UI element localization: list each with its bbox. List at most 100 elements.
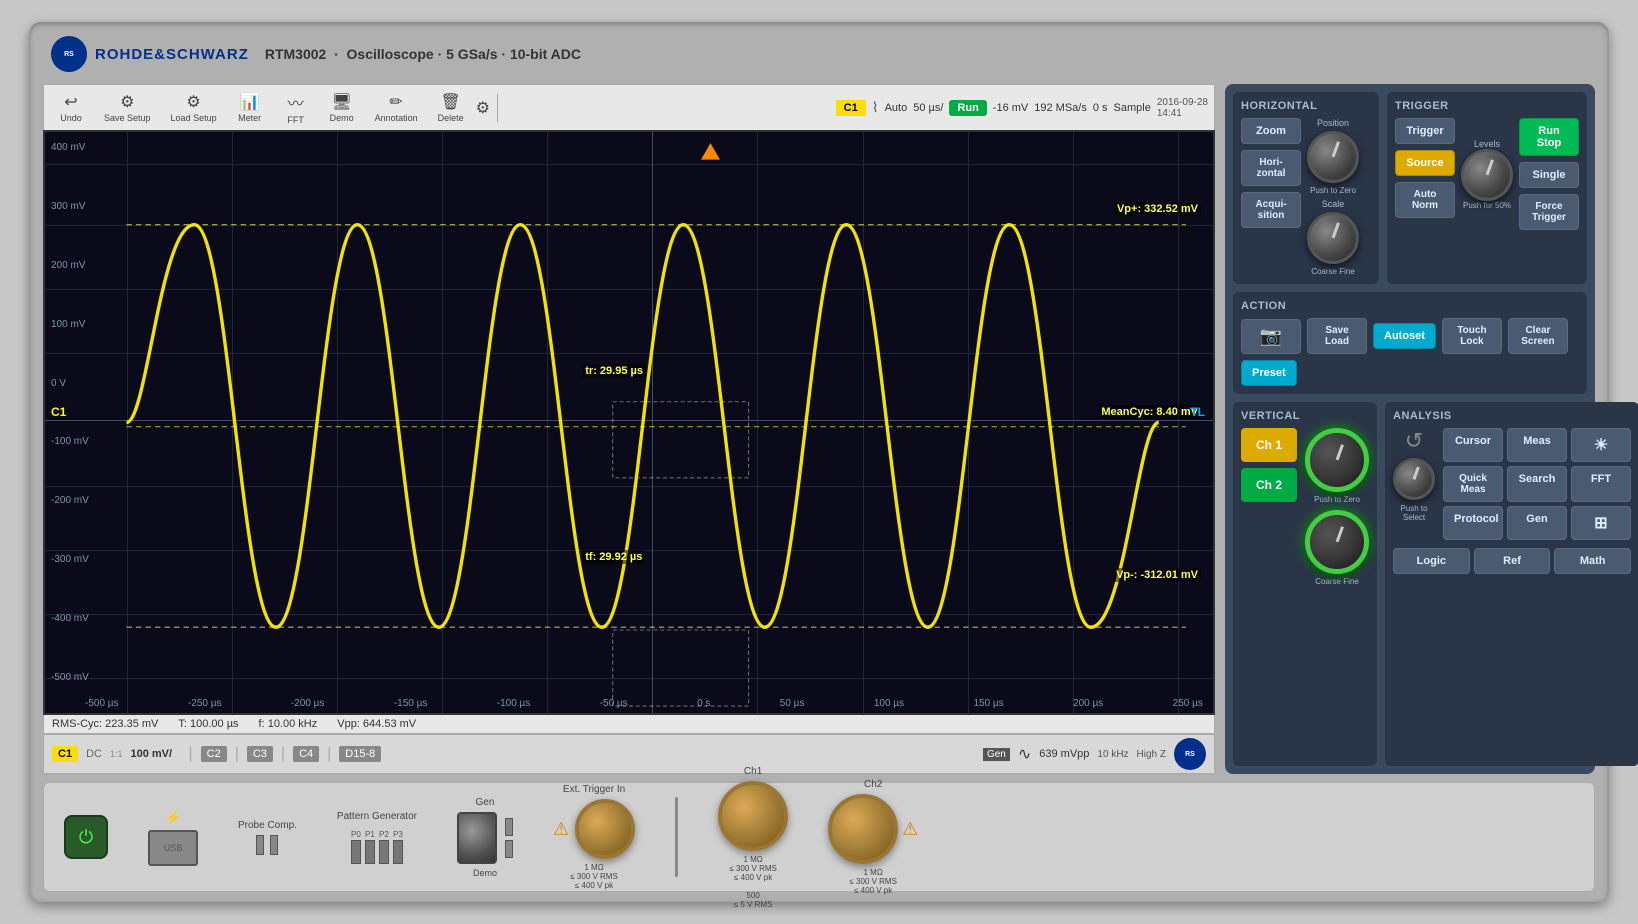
trigger-type: Auto xyxy=(885,102,908,114)
cursor-button[interactable]: Cursor xyxy=(1443,428,1503,462)
demo-label: Demo xyxy=(473,868,497,878)
levels-label: Levels xyxy=(1474,139,1500,149)
warning-icon: ⚠ xyxy=(553,819,569,840)
brightness-button[interactable]: ☀ xyxy=(1571,428,1631,462)
meter-button[interactable]: 📊 Meter xyxy=(229,89,271,126)
analysis-knob[interactable] xyxy=(1393,458,1435,500)
load-setup-icon: ⚙ xyxy=(186,92,200,112)
levels-knob[interactable] xyxy=(1461,149,1513,201)
frequency: f: 10.00 kHz xyxy=(259,718,318,730)
action-section: Action 📷 Save Load Autoset Touch Lock Cl… xyxy=(1233,292,1587,394)
annotation-button[interactable]: ✏ Annotation xyxy=(367,89,426,126)
analysis-title: Analysis xyxy=(1393,410,1631,422)
position-label: Position xyxy=(1317,118,1349,128)
auto-norm-button[interactable]: Auto Norm xyxy=(1395,182,1455,218)
run-stop-button[interactable]: Run Stop xyxy=(1519,118,1579,156)
apps-button[interactable]: ⊞ xyxy=(1571,506,1631,540)
trigger-button[interactable]: Trigger xyxy=(1395,118,1455,144)
brand-name: ROHDE&SCHWARZ xyxy=(95,46,249,63)
acq-mode: Sample xyxy=(1114,102,1151,114)
channel-indicator: C1 xyxy=(836,100,866,116)
delete-button[interactable]: 🗑 Delete xyxy=(430,89,472,126)
fft-analysis-button[interactable]: FFT xyxy=(1571,466,1631,502)
meas-button[interactable]: Meas xyxy=(1507,428,1567,462)
vp-plus-label: Vp+: 332.52 mV xyxy=(1114,202,1201,216)
channel-bar-right: Gen ∿ 639 mVpp 10 kHz High Z RS xyxy=(983,738,1206,770)
save-load-button[interactable]: Save Load xyxy=(1307,318,1367,354)
touch-lock-button[interactable]: Touch Lock xyxy=(1442,318,1502,354)
gen-connector xyxy=(457,812,497,864)
autoset-button[interactable]: Autoset xyxy=(1373,323,1436,349)
coarse-fine-label: Coarse Fine xyxy=(1311,267,1355,276)
quick-meas-button[interactable]: Quick Meas xyxy=(1443,466,1503,502)
camera-button[interactable]: 📷 xyxy=(1241,319,1301,354)
scale-label: Scale xyxy=(1322,199,1345,209)
undo-button[interactable]: ↩ Undo xyxy=(50,89,92,126)
refresh-button[interactable]: ↺ xyxy=(1405,428,1423,454)
source-button[interactable]: Source xyxy=(1395,150,1455,176)
ch1-button[interactable]: Ch 1 xyxy=(1241,428,1297,462)
gen-highz: High Z xyxy=(1137,749,1166,760)
pattern-pin-p0 xyxy=(351,840,361,864)
time-offset: 0 s xyxy=(1093,102,1108,114)
screen-section: ↩ Undo ⚙ Save Setup ⚙ Load Setup 📊 Meter… xyxy=(43,84,1215,774)
preset-button[interactable]: Preset xyxy=(1241,360,1297,386)
fft-button[interactable]: 〰 FFT xyxy=(275,87,317,128)
ch2-connector-label: Ch2 xyxy=(864,779,882,790)
rs-logo: RS xyxy=(51,36,87,72)
vertical-knob2-container: Coarse Fine xyxy=(1305,510,1369,586)
protocol-button[interactable]: Protocol xyxy=(1443,506,1503,540)
action-row: Action 📷 Save Load Autoset Touch Lock Cl… xyxy=(1233,292,1587,394)
settings-icon[interactable]: ⚙ xyxy=(476,98,490,118)
vertical-knob1-container: Push to Zero xyxy=(1305,428,1369,504)
vertical-knob-ch2[interactable] xyxy=(1305,510,1369,574)
panel-separator xyxy=(675,797,678,877)
ref-button[interactable]: Ref xyxy=(1474,548,1551,574)
pattern-pin-p2 xyxy=(379,840,389,864)
scale-knob[interactable] xyxy=(1307,212,1359,264)
load-setup-button[interactable]: ⚙ Load Setup xyxy=(163,89,225,126)
horizontal-button[interactable]: Hori- zontal xyxy=(1241,150,1301,186)
clear-screen-button[interactable]: Clear Screen xyxy=(1508,318,1568,354)
ch3-tag[interactable]: C3 xyxy=(247,746,273,762)
toolbar-right: C1 ⌇ Auto 50 µs/ Run -16 mV 192 MSa/s 0 … xyxy=(836,97,1208,119)
math-button[interactable]: Math xyxy=(1554,548,1631,574)
search-button[interactable]: Search xyxy=(1507,466,1567,502)
voltage-offset: -16 mV xyxy=(993,102,1028,114)
pattern-gen-label: Pattern Generator xyxy=(337,811,417,822)
position-knob[interactable] xyxy=(1307,131,1359,183)
zoom-button[interactable]: Zoom xyxy=(1241,118,1301,144)
single-button[interactable]: Single xyxy=(1519,162,1579,188)
acquisition-button[interactable]: Acqui- sition xyxy=(1241,192,1301,228)
power-button[interactable]: ⏻ xyxy=(64,815,108,859)
logic-button[interactable]: Logic xyxy=(1393,548,1470,574)
vertical-knob-ch1[interactable] xyxy=(1305,428,1369,492)
datetime: 2016-09-28 14:41 xyxy=(1157,97,1208,119)
delete-icon: 🗑 xyxy=(440,92,460,112)
vertical-title: Vertical xyxy=(1241,410,1369,422)
ch2-bnc-connector xyxy=(828,794,898,864)
ch2-tag[interactable]: C2 xyxy=(201,746,227,762)
annotation-icon: ✏ xyxy=(389,92,402,112)
vertical-analysis-row: Vertical Ch 1 Ch 2 Push to Zero xyxy=(1233,402,1587,766)
demo-button[interactable]: 🖥 Demo xyxy=(321,89,363,126)
demo-pin-2 xyxy=(505,840,513,858)
pattern-pin-p3 xyxy=(393,840,403,864)
ext-trigger-connector xyxy=(575,799,635,859)
force-trigger-button[interactable]: Force Trigger xyxy=(1519,194,1579,230)
timebase-info: 50 µs/ xyxy=(913,102,943,114)
ch2-button[interactable]: Ch 2 xyxy=(1241,468,1297,502)
gen-analysis-button[interactable]: Gen xyxy=(1507,506,1567,540)
ch4-tag[interactable]: C4 xyxy=(293,746,319,762)
ch2-spec: 1 MΩ ≤ 300 V RMS ≤ 400 V pk xyxy=(849,868,897,895)
ext-trigger-spec: 1 MΩ ≤ 300 V RMS ≤ 400 V pk xyxy=(570,863,618,890)
tl-label: TL xyxy=(1190,405,1205,419)
ch1-dc: DC xyxy=(86,748,102,760)
ch1-tag[interactable]: C1 xyxy=(52,746,78,762)
trigger-section: Trigger Trigger Source Auto Norm Levels xyxy=(1387,92,1587,284)
save-setup-button[interactable]: ⚙ Save Setup xyxy=(96,89,159,126)
push-to-zero-label: Push to Zero xyxy=(1310,186,1356,195)
probe-comp-connectors xyxy=(256,835,278,855)
ch1-connector-label: Ch1 xyxy=(744,766,762,777)
d15-8-tag[interactable]: D15-8 xyxy=(339,746,381,762)
